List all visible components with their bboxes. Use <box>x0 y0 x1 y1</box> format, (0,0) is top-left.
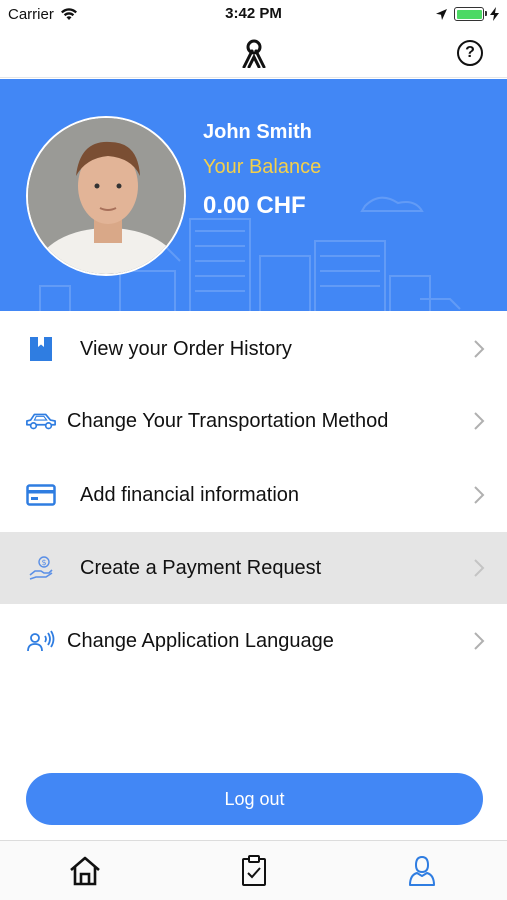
status-bar: Carrier <box>0 0 507 28</box>
menu-item-label: Create a Payment Request <box>80 556 322 579</box>
status-right <box>435 7 499 21</box>
credit-card-icon <box>25 479 57 511</box>
balance-value: 0.00 CHF <box>203 192 306 219</box>
chevron-right-icon <box>474 632 485 650</box>
bookmark-icon <box>25 333 57 365</box>
tab-orders[interactable] <box>232 849 276 893</box>
menu-item-order-history[interactable]: View your Order History <box>0 313 507 385</box>
chevron-right-icon <box>474 559 485 577</box>
app-logo-icon <box>242 39 265 68</box>
hand-money-icon: $ <box>25 552 57 584</box>
logout-button[interactable]: Log out <box>26 773 483 825</box>
user-icon <box>409 855 435 886</box>
carrier-label: Carrier <box>8 5 54 23</box>
menu-item-financial-info[interactable]: Add financial information <box>0 459 507 531</box>
avatar-portrait <box>28 118 184 274</box>
tab-bar <box>0 840 507 900</box>
profile-header: John Smith Your Balance 0.00 CHF <box>0 79 507 311</box>
menu-item-transportation[interactable]: Change Your Transportation Method <box>0 385 507 457</box>
charging-bolt-icon <box>490 7 499 21</box>
wifi-icon <box>60 8 77 20</box>
location-arrow-icon <box>436 8 447 20</box>
voice-person-icon <box>25 625 57 657</box>
car-icon <box>25 405 57 437</box>
chevron-right-icon <box>474 412 485 430</box>
menu-item-label: View your Order History <box>80 337 292 360</box>
menu-item-label: Add financial information <box>80 483 300 506</box>
balance-label: Your Balance <box>203 156 322 178</box>
clipboard-check-icon <box>242 855 266 886</box>
menu-item-language[interactable]: Change Application Language <box>0 605 507 677</box>
menu-item-label: Change Your Transportation Method <box>67 409 389 432</box>
chevron-right-icon <box>474 340 485 358</box>
home-icon <box>70 856 100 886</box>
nav-bar: ? <box>0 28 507 78</box>
menu-item-payment-request[interactable]: $ Create a Payment Request <box>0 532 507 604</box>
status-left: Carrier <box>8 6 78 23</box>
tab-profile[interactable] <box>400 849 444 893</box>
tab-home[interactable] <box>63 849 107 893</box>
battery-icon <box>454 7 487 21</box>
menu-item-label: Change Application Language <box>67 629 334 652</box>
help-button[interactable]: ? <box>457 40 483 66</box>
svg-text:$: $ <box>41 558 46 567</box>
chevron-right-icon <box>474 486 485 504</box>
user-name: John Smith <box>203 121 312 143</box>
avatar <box>26 116 186 276</box>
